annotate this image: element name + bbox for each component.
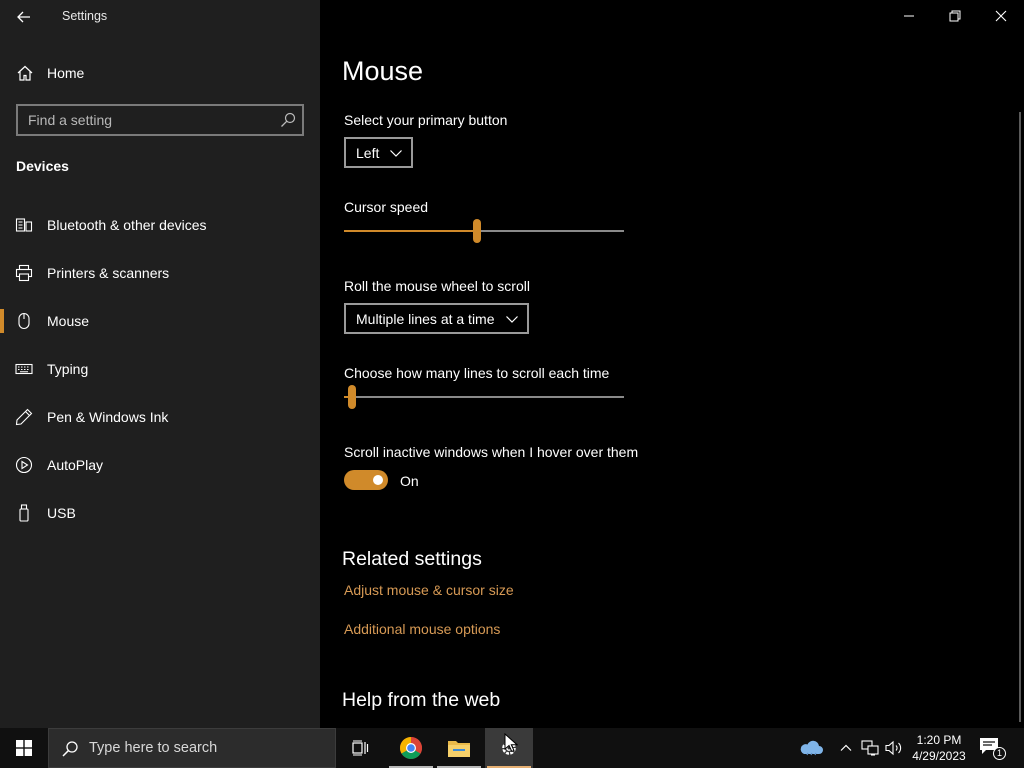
taskbar-clock[interactable]: 1:20 PM 4/29/2023 [906,732,972,764]
sidebar-item-label: Mouse [47,313,90,329]
related-settings-title: Related settings [342,548,482,570]
toggle-knob [373,475,383,485]
help-from-web-title: Help from the web [342,689,501,711]
lines-to-scroll-slider[interactable] [344,385,624,409]
sidebar-item-pen[interactable]: Pen & Windows Ink [0,397,320,437]
inactive-scroll-label: Scroll inactive windows when I hover ove… [344,444,639,460]
cloud-icon [800,740,823,756]
restore-icon [949,10,961,22]
sidebar-item-mouse[interactable]: Mouse [0,301,320,341]
cursor-speed-slider[interactable] [344,219,624,243]
action-center-button[interactable]: 1 [978,736,1008,760]
slider-track [344,396,624,398]
volume-tray-icon[interactable] [884,738,904,758]
bluetooth-devices-icon [15,218,33,232]
active-indicator [0,309,4,333]
sidebar-home-label: Home [47,65,85,81]
minimize-icon [904,15,914,17]
slider-fill [344,230,477,232]
scrollbar[interactable] [1019,112,1021,722]
primary-button-dropdown[interactable]: Left [344,137,414,168]
start-button[interactable] [0,728,48,768]
sidebar-item-label: Pen & Windows Ink [47,409,169,425]
sidebar-item-home[interactable]: Home [0,56,320,90]
sidebar-item-typing[interactable]: Typing [0,349,320,389]
chevron-up-icon [840,744,852,751]
wheel-scroll-dropdown[interactable]: Multiple lines at a time [344,303,529,334]
slider-thumb[interactable] [348,385,356,409]
folder-icon [448,741,470,757]
mouse-icon [18,312,30,330]
chevron-down-icon [390,149,403,157]
windows-logo-icon [16,740,32,756]
notification-count-badge: 1 [993,747,1006,760]
find-setting-input[interactable] [18,106,274,134]
network-icon [861,740,879,756]
task-view-icon [352,740,369,756]
primary-button-label: Select your primary button [344,112,508,128]
task-view-button[interactable] [336,728,384,768]
sidebar-item-label: Bluetooth & other devices [47,217,207,233]
search-icon[interactable] [280,112,296,128]
minimize-button[interactable] [886,0,932,32]
cursor-speed-label: Cursor speed [344,199,429,215]
keyboard-icon [15,363,33,375]
speaker-icon [885,740,902,756]
sidebar-item-label: AutoPlay [47,457,104,473]
app-title: Settings [62,9,108,23]
back-button[interactable] [10,4,38,30]
primary-button-value: Left [356,144,380,161]
slider-thumb[interactable] [473,219,481,243]
show-hidden-icons-button[interactable] [836,738,856,758]
page-title: Mouse [342,56,424,86]
lines-to-scroll-label: Choose how many lines to scroll each tim… [344,365,610,381]
close-icon [995,10,1007,22]
wheel-scroll-value: Multiple lines at a time [356,310,495,327]
chevron-down-icon [505,315,518,323]
search-icon [62,741,78,757]
sidebar-item-usb[interactable]: USB [0,493,320,533]
usb-icon [19,504,29,522]
close-button[interactable] [978,0,1024,32]
sidebar-item-label: USB [47,505,76,521]
home-icon [17,65,33,81]
chrome-icon [400,737,422,759]
clock-date: 4/29/2023 [912,749,966,763]
file-explorer-taskbar-button[interactable] [435,728,483,768]
sidebar-section-devices: Devices [16,158,69,174]
mouse-pointer-icon [504,733,518,753]
clock-time: 1:20 PM [916,733,962,747]
onedrive-tray-icon[interactable] [798,738,824,758]
back-arrow-icon [17,11,30,23]
find-setting-search[interactable] [16,104,304,136]
printer-icon [15,264,33,282]
chrome-taskbar-button[interactable] [387,728,435,768]
autoplay-icon [15,456,33,474]
restore-button[interactable] [932,0,978,32]
taskbar-search-box[interactable] [48,728,336,768]
wheel-scroll-label: Roll the mouse wheel to scroll [344,278,530,294]
sidebar-item-label: Printers & scanners [47,265,170,281]
taskbar-search-input[interactable] [89,729,329,767]
inactive-scroll-state: On [400,473,419,489]
inactive-scroll-toggle[interactable] [344,470,388,490]
main-content: Mouse Select your primary button Left Cu… [320,0,1024,728]
sidebar-item-printers[interactable]: Printers & scanners [0,253,320,293]
sidebar-item-label: Typing [47,361,89,377]
sidebar-item-bluetooth[interactable]: Bluetooth & other devices [0,205,320,245]
sidebar: Settings Home Devices Bluetooth & other … [0,0,320,728]
adjust-cursor-size-link[interactable]: Adjust mouse & cursor size [344,582,514,598]
network-tray-icon[interactable] [860,738,880,758]
sidebar-item-autoplay[interactable]: AutoPlay [0,445,320,485]
pen-icon [15,408,33,426]
additional-mouse-options-link[interactable]: Additional mouse options [344,621,500,637]
